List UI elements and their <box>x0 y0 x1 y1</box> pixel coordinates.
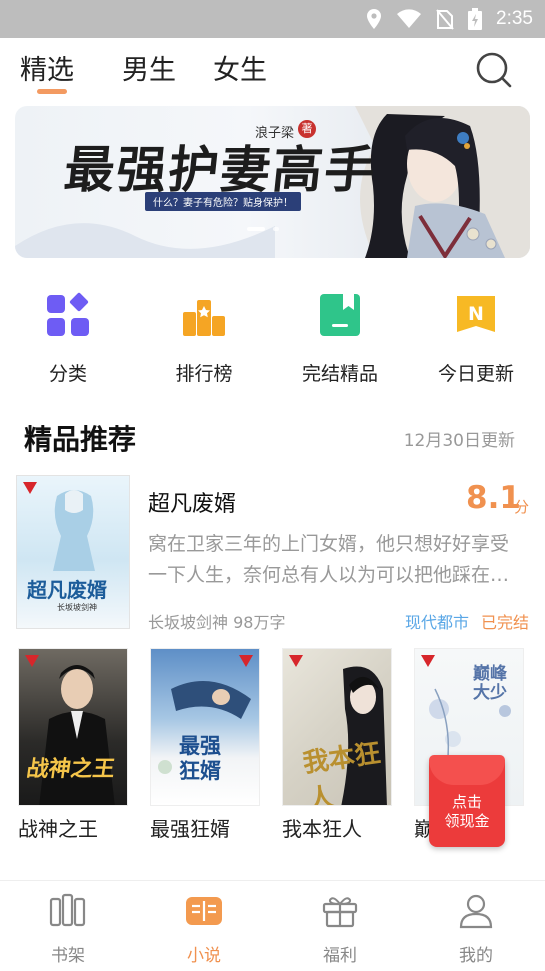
featured-book-cover[interactable]: 超凡废婿 长坂坡剑神 <box>16 475 130 629</box>
red-packet-line1: 点击 <box>451 793 482 811</box>
nav-profile[interactable]: 我的 <box>436 893 516 966</box>
banner-tagline: 什么？妻子有危险？贴身保护！ <box>145 192 301 211</box>
shortcut-category[interactable]: 分类 <box>13 292 123 386</box>
cover-author: 长坂坡剑神 <box>57 603 97 612</box>
cover-title: 巅峰大少 <box>473 664 507 703</box>
shortcut-label: 排行榜 <box>175 363 233 385</box>
shortcut-completed[interactable]: 完结精品 <box>285 292 395 386</box>
profile-icon <box>459 894 493 929</box>
svg-text:N: N <box>468 303 484 325</box>
no-sim-icon <box>436 9 454 30</box>
book-title: 战神之王 <box>18 817 98 841</box>
featured-book-title[interactable]: 超凡废婿 <box>148 486 236 518</box>
cover-title: 战神之王 <box>24 756 117 782</box>
status-time: 2:35 <box>496 8 533 29</box>
book-title: 我本狂人 <box>282 817 362 841</box>
shortcut-label: 分类 <box>48 363 87 385</box>
location-icon <box>367 9 382 29</box>
cover-title: 最强狂婿 <box>179 734 221 783</box>
nav-label: 我的 <box>459 946 493 966</box>
banner-author: 浪子梁 <box>255 126 295 141</box>
search-icon[interactable] <box>474 50 514 90</box>
top-tabs: 精选 男生 女生 <box>0 38 545 102</box>
book-item[interactable]: 最强狂婿 最强狂婿 <box>150 648 262 842</box>
section-update-date: 12月30日更新 <box>403 431 515 451</box>
gift-icon <box>322 897 358 928</box>
score-unit: 分 <box>514 498 530 516</box>
novel-icon <box>186 897 222 925</box>
nav-welfare[interactable]: 福利 <box>300 893 380 966</box>
red-packet-button[interactable]: 点击 领现金 <box>429 755 505 847</box>
nav-label: 小说 <box>187 946 221 966</box>
bottom-navigation: 书架 小说 福利 我的 <box>0 880 545 971</box>
status-tag: 已完结 <box>481 613 530 632</box>
red-packet-flap <box>429 755 505 785</box>
banner-author-badge: 著 <box>298 120 316 138</box>
featured-book-score: 8.1 <box>466 480 521 516</box>
wifi-icon <box>397 9 422 28</box>
shortcut-label: 完结精品 <box>301 363 378 385</box>
featured-book-description: 窝在卫家三年的上门女婿，他只想好好享受一下人生，奈何总有人以为可以把他踩在脚下 <box>148 533 510 586</box>
shortcut-label: 今日更新 <box>437 363 514 385</box>
nav-bookshelf[interactable]: 书架 <box>28 893 108 966</box>
nav-novel[interactable]: 小说 <box>164 893 244 966</box>
red-packet-label: 点击 领现金 <box>429 793 505 831</box>
featured-book-meta: 长坂坡剑神 98万字 <box>148 613 286 632</box>
update-icon: N <box>457 296 495 332</box>
tab-female[interactable]: 女生 <box>213 48 267 87</box>
battery-icon <box>468 8 483 30</box>
category-icon <box>47 292 89 336</box>
nav-label: 福利 <box>323 946 357 966</box>
red-packet-line2: 领现金 <box>444 812 490 830</box>
nav-label: 书架 <box>51 946 85 966</box>
book-item[interactable]: 我本狂人 我本狂人 <box>282 648 394 842</box>
tab-featured[interactable]: 精选 <box>20 48 74 87</box>
tab-male[interactable]: 男生 <box>122 48 176 87</box>
book-cover: 战神之王 <box>18 648 128 806</box>
banner-dot <box>247 227 265 231</box>
book-item[interactable]: 战神之王 战神之王 <box>18 648 130 842</box>
active-tab-indicator <box>37 89 67 94</box>
cover-title: 超凡废婿 <box>27 578 107 602</box>
completed-book-icon <box>320 294 360 336</box>
genre-tag[interactable]: 现代都市 <box>405 609 469 633</box>
status-bar: 2:35 <box>0 0 545 38</box>
section-title: 精品推荐 <box>24 423 137 456</box>
book-cover: 最强狂婿 <box>150 648 260 806</box>
banner-dot <box>273 227 279 231</box>
bookshelf-icon <box>49 893 86 927</box>
promo-banner[interactable]: 最强护妻高手 浪子梁 著 什么？妻子有危险？贴身保护！ <box>15 106 530 258</box>
ranking-icon <box>183 300 225 336</box>
book-cover: 我本狂人 <box>282 648 392 806</box>
cover-title: 我本狂人 <box>301 738 383 806</box>
shortcut-today-update[interactable]: N 今日更新 <box>421 292 531 386</box>
book-title: 最强狂婿 <box>150 817 230 841</box>
banner-pagination <box>247 227 279 231</box>
shortcut-ranking[interactable]: 排行榜 <box>149 292 259 386</box>
